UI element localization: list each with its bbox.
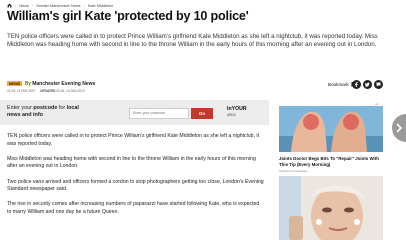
postcode-input[interactable] [129,108,189,119]
article-paragraph: TEN police officers were called in to pr… [7,133,260,147]
bookmark-label: Bookmark [328,82,349,87]
news-badge[interactable]: NEWS [7,81,22,87]
in-your-area-logo: InYOUR AREA [227,106,247,118]
byline-prefix: By [25,80,31,87]
next-slide-button[interactable] [392,114,406,142]
postcode-signup-banner: Enter your postcode for local news and i… [0,100,269,125]
chevron-right-icon [396,123,402,133]
home-icon[interactable] [7,3,12,8]
breadcrumb-separator: › [83,3,85,8]
knees-illustration [279,106,383,152]
breadcrumb-kate-middleton[interactable]: Kate Middleton [88,4,113,8]
article-dates: 21:26, 13 FEB 2007 UPDATED 00:26, 15 JAN… [7,89,85,93]
bookmark-button[interactable]: Bookmark [328,82,355,87]
in-your-area-title: InYOUR [227,106,247,112]
go-button[interactable]: Go [191,108,213,119]
face-illustration [279,176,383,240]
author-link[interactable]: Manchester Evening News [32,81,95,87]
twitter-icon [365,82,370,87]
share-icons [352,80,383,89]
sponsored-ad[interactable]: ad Joints Doctor Begs Bits To "Repair" J… [279,102,383,240]
facebook-share-button[interactable] [352,80,361,89]
signup-text: Enter your postcode for local news and i… [7,105,91,118]
ad-image-face[interactable] [279,176,383,240]
comments-button[interactable] [374,80,383,89]
comment-icon [376,82,381,87]
breadcrumb-separator: › [31,3,34,8]
twitter-share-button[interactable] [363,80,372,89]
signup-text-middle: for [58,105,66,111]
article-body: TEN police officers were called in to pr… [7,133,265,224]
updated-label: UPDATED [40,88,56,93]
facebook-icon [355,82,358,87]
page-title: William's girl Kate 'protected by 10 pol… [7,9,249,23]
signup-text-postcode: postcode [33,105,58,111]
article-paragraph: The rise in security comes after increas… [7,201,260,215]
breadcrumb-greater-manchester-news[interactable]: Greater Manchester News [36,4,80,8]
ad-caption[interactable]: Joints Doctor Begs Bits To "Repair" Join… [279,156,383,167]
signup-text-prefix: Enter your [7,105,32,111]
breadcrumb-news[interactable]: News [19,4,29,8]
article-standfirst: TEN police officers were called in to pr… [7,33,378,49]
breadcrumb-separator: › [15,3,17,8]
article-paragraph: Miss Middleton was heading home with sec… [7,155,256,170]
ad-image-knees[interactable] [279,106,383,152]
ad-source: Northbound Newsletter [279,169,308,173]
byline: By Manchester Evening News [25,81,95,87]
updated-date: 00:26, 15 JAN 2013 [56,88,85,93]
in-your-area-sub: AREA [227,112,236,117]
breadcrumb: › News › Greater Manchester News › Kate … [7,2,113,9]
article-paragraph: Two police vans arrived and officers for… [7,178,264,193]
published-date: 21:26, 13 FEB 2007 [7,88,36,93]
